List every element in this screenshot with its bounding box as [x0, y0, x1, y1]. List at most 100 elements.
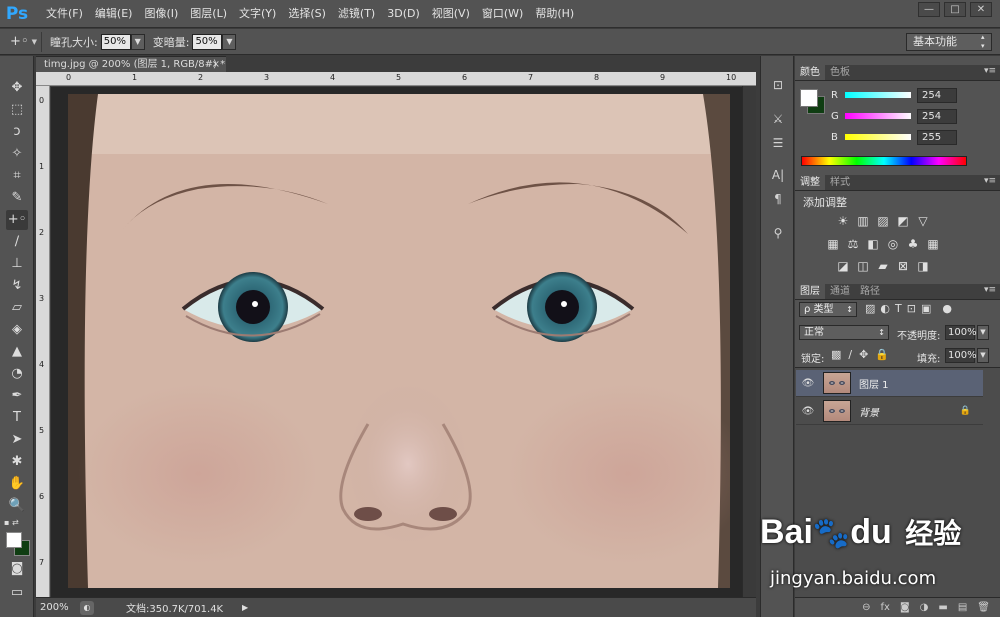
type-tool-icon[interactable]: T: [6, 408, 28, 428]
selective-color-icon[interactable]: ⊠: [895, 259, 911, 273]
workspace-switcher[interactable]: 基本功能: [906, 33, 992, 51]
history-panel-icon[interactable]: ⊡: [768, 76, 788, 94]
zoom-tool-icon[interactable]: 🔍: [6, 496, 28, 516]
minimize-button[interactable]: —: [918, 2, 940, 17]
paragraph-panel-icon[interactable]: ¶: [768, 190, 788, 208]
darken-amount-dropdown[interactable]: ▼: [222, 33, 237, 50]
tab-channels[interactable]: 通道: [825, 284, 855, 299]
filter-adjustment-icon[interactable]: ◐: [880, 302, 890, 318]
opacity-dropdown[interactable]: ▼: [977, 325, 989, 340]
color-spectrum-bar[interactable]: [801, 156, 967, 166]
magic-wand-tool-icon[interactable]: ✧: [6, 144, 28, 164]
levels-icon[interactable]: ▥: [855, 214, 871, 228]
lock-pixels-icon[interactable]: ∕: [848, 348, 852, 361]
color-balance-icon[interactable]: ⚖: [845, 237, 861, 251]
path-select-tool-icon[interactable]: ➤: [6, 430, 28, 450]
darken-amount-field[interactable]: 50%: [192, 33, 223, 50]
tab-styles[interactable]: 样式: [825, 175, 855, 190]
vibrance-icon[interactable]: ▽: [915, 214, 931, 228]
tab-paths[interactable]: 路径: [855, 284, 885, 299]
photo-filter-icon[interactable]: ◎: [885, 237, 901, 251]
green-value[interactable]: 254: [917, 109, 957, 124]
swap-colors-icon[interactable]: ▪ ⇄: [4, 518, 19, 527]
menu-filter[interactable]: 滤镜(T): [332, 0, 381, 28]
fill-field[interactable]: 100%: [945, 348, 977, 363]
lasso-tool-icon[interactable]: ↄ: [6, 122, 28, 142]
menu-view[interactable]: 视图(V): [426, 0, 476, 28]
menu-image[interactable]: 图像(I): [138, 0, 184, 28]
tab-swatches[interactable]: 色板: [825, 65, 855, 80]
new-group-icon[interactable]: ▬: [938, 602, 947, 613]
move-tool-icon[interactable]: ✥: [6, 78, 28, 98]
status-info-icon[interactable]: ◐: [80, 600, 94, 615]
dodge-tool-icon[interactable]: ◔: [6, 364, 28, 384]
marquee-tool-icon[interactable]: ⬚: [6, 100, 28, 120]
layer-row[interactable]: 👁 图层 1: [796, 370, 983, 397]
character-panel-icon[interactable]: A|: [768, 166, 788, 184]
hue-saturation-icon[interactable]: ▦: [825, 237, 841, 251]
layer-filter-dropdown[interactable]: ρ 类型: [799, 302, 857, 317]
eraser-tool-icon[interactable]: ▱: [6, 298, 28, 318]
lock-transparent-icon[interactable]: ▩: [831, 348, 841, 361]
filter-type-icon[interactable]: T: [895, 302, 902, 318]
restore-button[interactable]: □: [944, 2, 966, 17]
pen-tool-icon[interactable]: ✒: [6, 386, 28, 406]
posterize-icon[interactable]: ◫: [855, 259, 871, 273]
paint-bucket-tool-icon[interactable]: ◈: [6, 320, 28, 340]
link-layers-icon[interactable]: ⊖: [862, 602, 870, 613]
menu-edit[interactable]: 编辑(E): [89, 0, 139, 28]
curves-icon[interactable]: ▨: [875, 214, 891, 228]
canvas-area[interactable]: [51, 87, 756, 597]
filter-toggle-icon[interactable]: ●: [942, 302, 952, 318]
close-document-icon[interactable]: ×: [212, 57, 220, 73]
foreground-color-swatch[interactable]: [6, 532, 22, 548]
pupil-size-dropdown[interactable]: ▼: [130, 33, 145, 50]
panel-menu-icon[interactable]: ▾≡: [984, 66, 996, 76]
document-tab[interactable]: timg.jpg @ 200% (图层 1, RGB/8#) * ×: [36, 56, 226, 72]
hand-tool-icon[interactable]: ✋: [6, 474, 28, 494]
brightness-icon[interactable]: ☀: [835, 214, 851, 228]
red-slider[interactable]: [845, 92, 911, 98]
filter-shape-icon[interactable]: ⊡: [907, 302, 916, 318]
filter-smart-icon[interactable]: ▣: [921, 302, 931, 318]
menu-3d[interactable]: 3D(D): [381, 0, 426, 28]
menu-layer[interactable]: 图层(L): [184, 0, 233, 28]
eye-icon[interactable]: 👁: [801, 406, 815, 417]
history-brush-tool-icon[interactable]: ↯: [6, 276, 28, 296]
document-image[interactable]: [68, 94, 730, 588]
pupil-size-field[interactable]: 50%: [100, 33, 131, 50]
brush-presets-icon[interactable]: ☰: [768, 134, 788, 152]
new-adjustment-icon[interactable]: ◑: [920, 602, 929, 613]
eye-icon[interactable]: 👁: [801, 378, 815, 389]
trash-icon[interactable]: 🗑: [977, 602, 990, 613]
close-button[interactable]: ✕: [970, 2, 992, 17]
eyedropper-tool-icon[interactable]: ✎: [6, 188, 28, 208]
quick-mask-icon[interactable]: ◙: [6, 559, 28, 579]
panel-menu-icon[interactable]: ▾≡: [984, 285, 996, 295]
lock-position-icon[interactable]: ✥: [859, 348, 868, 361]
tool-preset-picker[interactable]: +◦ ▼: [6, 31, 42, 52]
zoom-level[interactable]: 200%: [40, 602, 80, 613]
stamp-tool-icon[interactable]: ⊥: [6, 254, 28, 274]
blur-tool-icon[interactable]: ▲: [6, 342, 28, 362]
black-white-icon[interactable]: ◧: [865, 237, 881, 251]
red-eye-tool-icon[interactable]: +◦: [6, 210, 28, 230]
layer-style-icon[interactable]: fx: [881, 602, 890, 613]
tab-color[interactable]: 颜色: [795, 65, 825, 80]
crop-tool-icon[interactable]: ⌗: [6, 166, 28, 186]
menu-file[interactable]: 文件(F): [40, 0, 89, 28]
menu-type[interactable]: 文字(Y): [233, 0, 282, 28]
threshold-icon[interactable]: ▰: [875, 259, 891, 273]
tool-presets-icon[interactable]: ⚲: [768, 224, 788, 242]
tab-layers[interactable]: 图层: [795, 284, 825, 299]
brush-tool-icon[interactable]: ∕: [6, 232, 28, 252]
filter-pixel-icon[interactable]: ▨: [865, 302, 875, 318]
menu-select[interactable]: 选择(S): [282, 0, 332, 28]
status-menu-arrow[interactable]: ▶: [242, 603, 248, 612]
fill-dropdown[interactable]: ▼: [977, 348, 989, 363]
color-foreground-swatch[interactable]: [800, 89, 818, 107]
add-mask-icon[interactable]: ◙: [900, 602, 910, 613]
blue-slider[interactable]: [845, 134, 911, 140]
menu-help[interactable]: 帮助(H): [529, 0, 580, 28]
shape-tool-icon[interactable]: ✱: [6, 452, 28, 472]
